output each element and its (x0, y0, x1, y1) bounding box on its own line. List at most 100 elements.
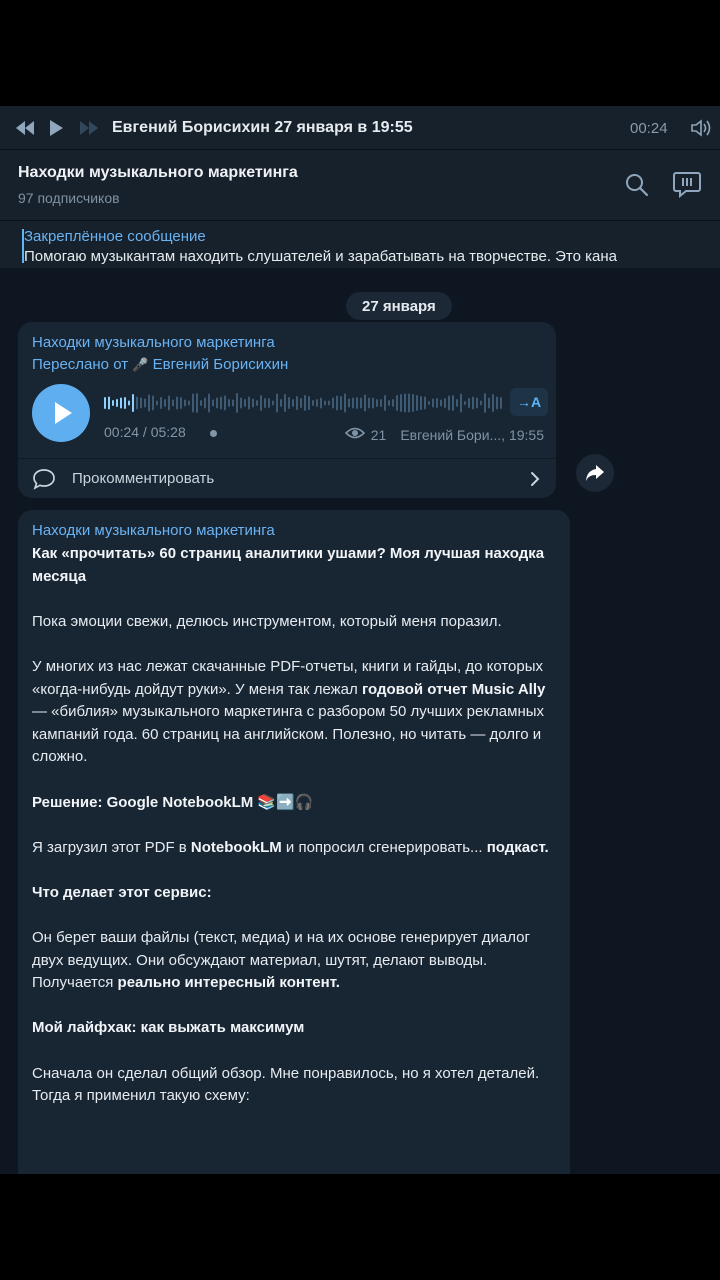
waveform-bar (292, 399, 294, 407)
waveform-bar (244, 399, 246, 407)
waveform-bar (160, 397, 162, 409)
waveform-bar (376, 399, 378, 407)
waveform-bar (396, 395, 398, 411)
audio-player-bar: Евгений Борисихин 27 января в 19:55 00:2… (0, 106, 720, 150)
post-paragraph: Я загрузил этот PDF в NotebookLM и попро… (32, 838, 549, 856)
waveform-bar (436, 398, 438, 408)
waveform-bar (200, 400, 202, 406)
post-paragraph: Мой лайфхак: как выжать максимум (32, 1019, 305, 1037)
channel-title: Находки музыкального маркетинга (18, 164, 298, 181)
waveform-bar (456, 399, 458, 407)
waveform-bar (188, 400, 190, 406)
waveform-bar (140, 397, 142, 409)
microphone-icon: 🎤 (132, 357, 149, 372)
message-meta: 21 Евгений Бори..., 19:55 (344, 426, 544, 443)
waveform-bar (256, 400, 258, 406)
pinned-text: Помогаю музыкантам находить слушателей и… (24, 248, 618, 265)
waveform-bar (340, 396, 342, 410)
waveform-bar (416, 395, 418, 411)
waveform-bar (108, 396, 110, 410)
waveform-bar (324, 400, 326, 406)
waveform-bar (128, 400, 130, 406)
voice-waveform[interactable] (104, 390, 504, 416)
voice-play-button[interactable] (32, 384, 90, 442)
post-paragraph: Что делает этот сервис: (32, 883, 212, 901)
waveform-bar (500, 397, 502, 409)
text-post-bubble: Находки музыкального маркетинга Как «про… (18, 510, 570, 1174)
waveform-bar (308, 396, 310, 410)
search-icon[interactable] (624, 172, 650, 198)
waveform-bar (280, 399, 282, 407)
waveform-bar (408, 393, 410, 413)
waveform-bar (144, 398, 146, 408)
waveform-bar (204, 397, 206, 409)
waveform-bar (488, 397, 490, 409)
play-icon (55, 402, 72, 424)
waveform-bar (328, 400, 330, 406)
waveform-bar (352, 397, 354, 409)
share-button[interactable] (576, 454, 614, 492)
waveform-bar (224, 395, 226, 411)
voice-duration: 00:24 / 05:28 (104, 424, 186, 440)
comment-icon[interactable] (32, 468, 56, 490)
waveform-bar (136, 396, 138, 410)
forwarded-from[interactable]: Переслано от 🎤 Евгений Борисихин (32, 356, 288, 373)
transcribe-button[interactable]: →A (510, 388, 548, 416)
message-channel-name[interactable]: Находки музыкального маркетинга (32, 334, 275, 351)
waveform-bar (208, 393, 210, 413)
waveform-bar (168, 395, 170, 411)
waveform-bar (284, 394, 286, 412)
comment-divider (18, 458, 556, 459)
waveform-bar (368, 397, 370, 409)
waveform-bar (320, 397, 322, 409)
waveform-bar (496, 396, 498, 410)
volume-icon[interactable] (690, 118, 712, 138)
waveform-bar (360, 397, 362, 409)
waveform-bar (412, 394, 414, 412)
pinned-message[interactable]: Закреплённое сообщение Помогаю музыканта… (0, 220, 720, 268)
waveform-bar (468, 398, 470, 408)
waveform-bar (316, 399, 318, 407)
unplayed-dot (210, 430, 217, 437)
player-time: 00:24 (630, 120, 668, 137)
comment-button-label[interactable]: Прокомментировать (72, 470, 214, 487)
waveform-bar (152, 395, 154, 411)
post-paragraph: Решение: Google NotebookLM 📚➡️🎧 (32, 793, 314, 811)
previous-track-icon[interactable] (14, 118, 36, 138)
waveform-bar (400, 394, 402, 412)
waveform-bar (384, 395, 386, 411)
waveform-bar (480, 400, 482, 406)
waveform-bar (364, 394, 366, 412)
waveform-bar (460, 393, 462, 413)
next-track-icon[interactable] (78, 118, 100, 138)
waveform-bar (448, 395, 450, 411)
post-paragraph: Пока эмоции свежи, делюсь инструментом, … (32, 612, 502, 630)
waveform-bar (180, 397, 182, 409)
post-channel-name[interactable]: Находки музыкального маркетинга (32, 522, 275, 539)
waveform-bar (264, 398, 266, 408)
waveform-bar (312, 400, 314, 406)
waveform-bar (260, 395, 262, 411)
post-paragraph: Он берет ваши файлы (текст, медиа) и на … (32, 929, 530, 992)
discussion-icon[interactable] (672, 170, 702, 199)
waveform-bar (228, 399, 230, 407)
forwarded-prefix: Переслано от (32, 356, 129, 373)
waveform-bar (276, 393, 278, 413)
play-icon[interactable] (46, 118, 66, 138)
waveform-bar (372, 397, 374, 409)
player-author-line[interactable]: Евгений Борисихин 27 января в 19:55 (112, 119, 413, 137)
waveform-bar (112, 400, 114, 406)
waveform-bar (344, 393, 346, 413)
waveform-bar (216, 397, 218, 409)
view-count: 21 (370, 426, 387, 443)
waveform-bar (104, 397, 106, 409)
waveform-bar (196, 393, 198, 413)
waveform-bar (124, 397, 126, 409)
waveform-bar (212, 399, 214, 407)
waveform-bar (272, 400, 274, 406)
waveform-bar (476, 397, 478, 409)
waveform-bar (240, 397, 242, 409)
channel-header[interactable]: Находки музыкального маркетинга 97 подпи… (0, 150, 720, 220)
date-separator: 27 января (346, 292, 452, 320)
chevron-right-icon[interactable] (528, 469, 542, 489)
